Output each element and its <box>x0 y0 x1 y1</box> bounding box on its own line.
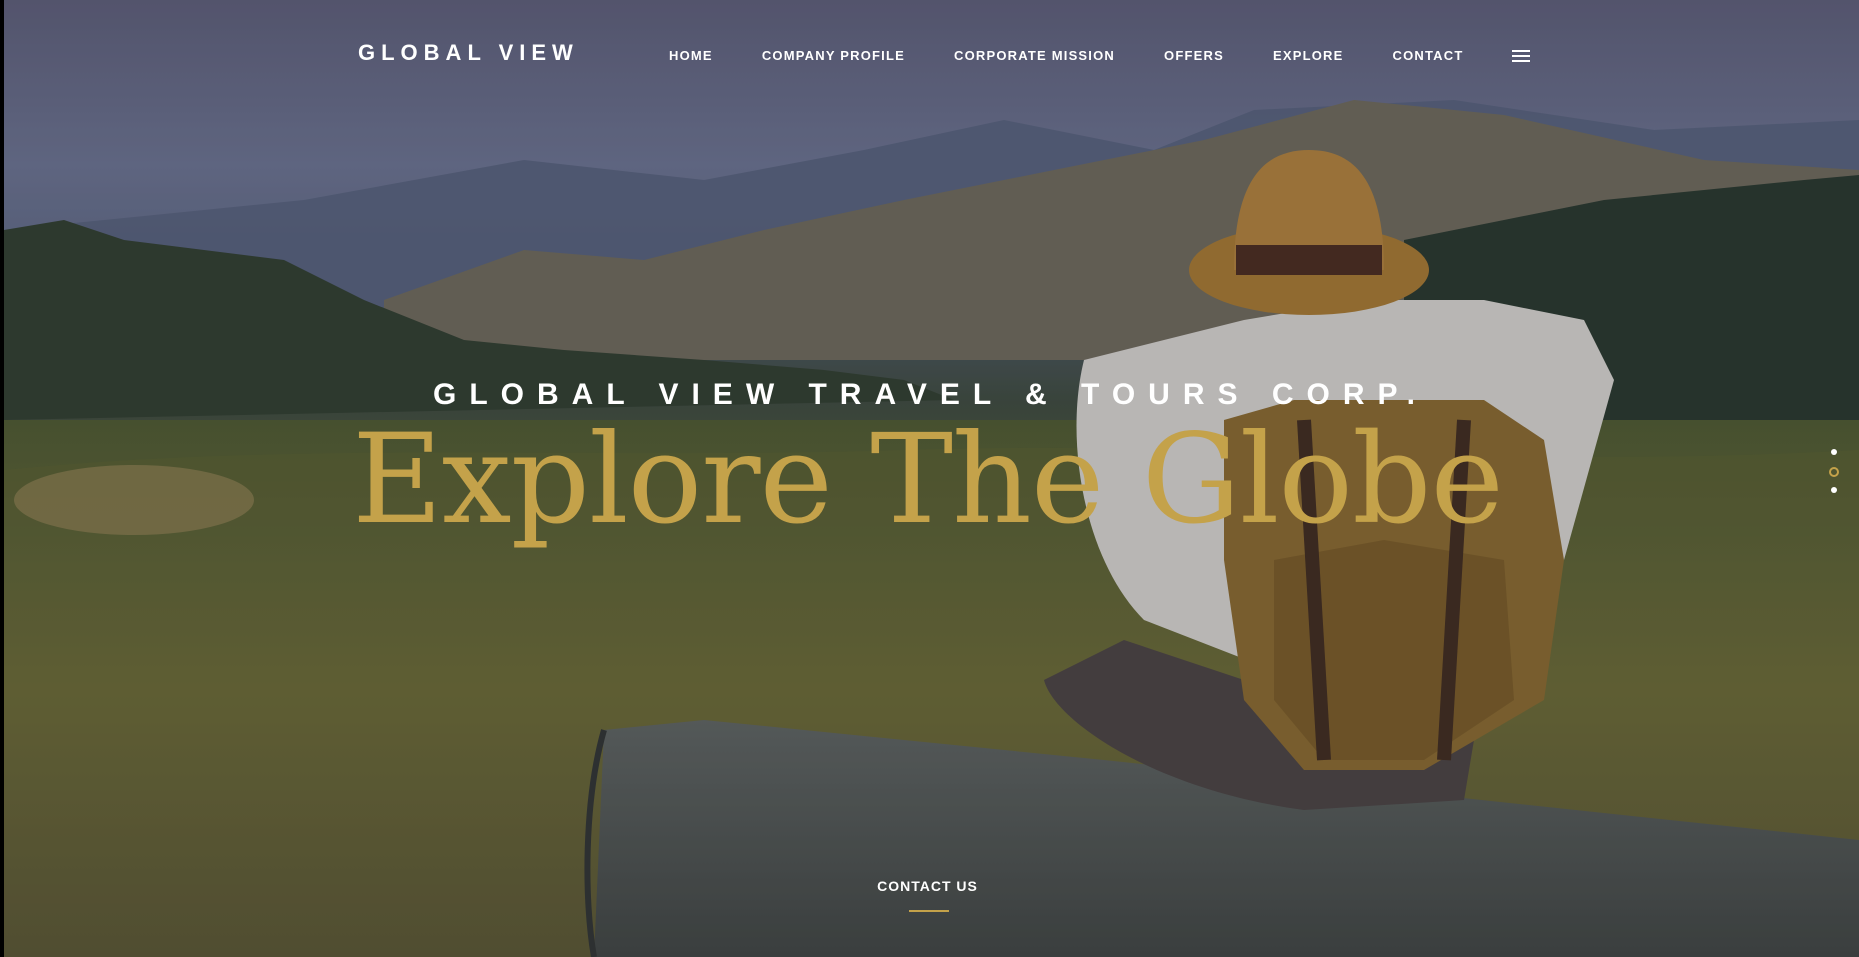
nav-item-company-profile[interactable]: COMPANY PROFILE <box>762 48 905 63</box>
nav-item-contact[interactable]: CONTACT <box>1393 48 1464 63</box>
nav-item-offers[interactable]: OFFERS <box>1164 48 1224 63</box>
contact-us-link[interactable]: CONTACT US <box>0 878 1855 894</box>
hero-kicker: GLOBAL VIEW TRAVEL & TOURS CORP. <box>433 378 1428 411</box>
brand-logo[interactable]: GLOBAL VIEW <box>358 40 579 66</box>
slide-dot-1[interactable] <box>1831 449 1837 455</box>
slide-dot-2-active[interactable] <box>1829 467 1839 477</box>
nav-item-explore[interactable]: EXPLORE <box>1273 48 1344 63</box>
hamburger-icon[interactable] <box>1512 50 1531 62</box>
hero-headline: Explore The Globe <box>352 408 1504 552</box>
main-nav: HOME COMPANY PROFILE CORPORATE MISSION O… <box>669 48 1531 63</box>
nav-item-home[interactable]: HOME <box>669 48 713 63</box>
nav-item-corporate-mission[interactable]: CORPORATE MISSION <box>954 48 1115 63</box>
slide-dot-3[interactable] <box>1831 487 1837 493</box>
slide-pagination <box>1829 449 1839 507</box>
cta-underline <box>909 910 949 912</box>
